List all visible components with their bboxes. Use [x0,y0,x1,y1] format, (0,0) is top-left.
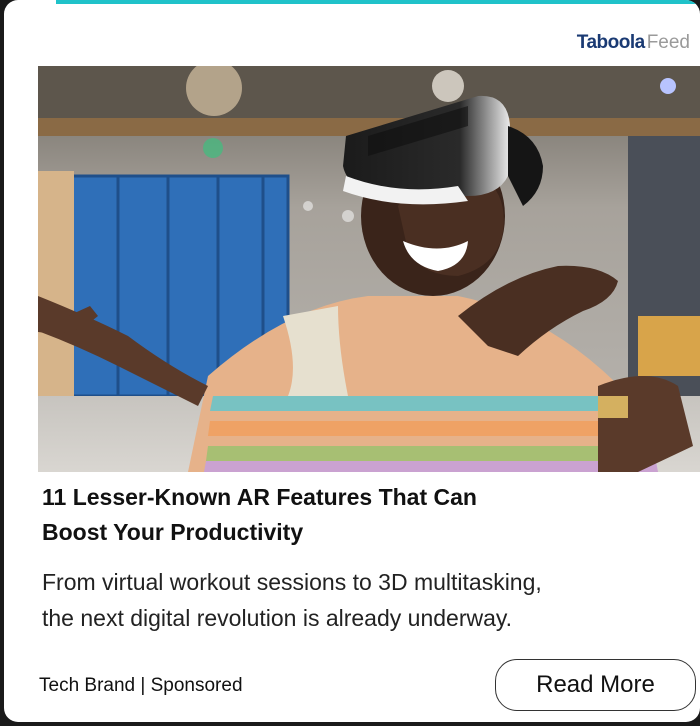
description-line-1: From virtual workout sessions to 3D mult… [42,569,542,595]
read-more-button[interactable]: Read More [495,659,696,711]
ad-image[interactable] [38,66,700,472]
headline-line-2: Boost Your Productivity [42,519,304,545]
accent-bar [56,0,700,4]
taboola-feed-logo[interactable]: Taboola Feed [577,32,690,54]
ad-description[interactable]: From virtual workout sessions to 3D mult… [42,564,692,636]
headline-line-1: 11 Lesser-Known AR Features That Can [42,484,477,510]
description-line-2: the next digital revolution is already u… [42,605,513,631]
vr-headset-photo [38,66,700,472]
ad-card[interactable]: Taboola Feed 11 Lesser-Known AR Features… [4,0,700,722]
brand-name: Taboola [576,32,645,53]
ad-headline[interactable]: 11 Lesser-Known AR Features That Can Boo… [42,480,642,550]
brand-suffix: Feed [646,32,690,53]
sponsor-byline[interactable]: Tech Brand | Sponsored [39,675,243,697]
